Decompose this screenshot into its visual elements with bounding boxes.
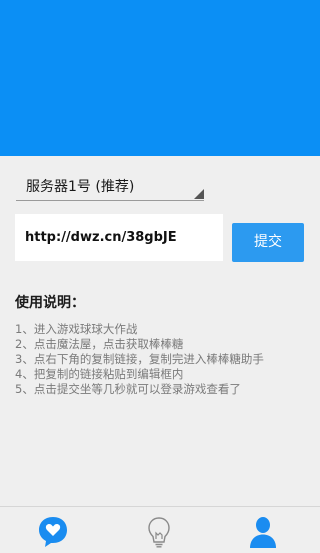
instruction-step: 5、点击提交坐等几秒就可以登录游戏查看了: [15, 382, 241, 396]
url-input-box[interactable]: [15, 214, 223, 261]
nav-tips[interactable]: [143, 515, 175, 549]
bottom-nav: [0, 506, 320, 553]
server-select-value: 服务器1号 (推荐): [26, 179, 135, 195]
instruction-step: 3、点右下角的复制链接，复制完进入棒棒糖助手: [15, 352, 264, 366]
person-icon: [250, 517, 276, 548]
dropdown-arrow-icon: [194, 189, 204, 199]
nav-profile[interactable]: [247, 515, 279, 549]
lightbulb-icon: [148, 517, 170, 548]
instructions-list: 1、进入游戏球球大作战 2、点击魔法屋，点击获取棒棒糖 3、点右下角的复制链接，…: [15, 322, 315, 397]
instructions-title: 使用说明：: [15, 295, 85, 311]
url-input[interactable]: [15, 214, 223, 261]
heart-chat-icon: [39, 517, 67, 547]
instruction-step: 4、把复制的链接粘贴到编辑框内: [15, 367, 184, 381]
submit-button[interactable]: 提交: [232, 223, 304, 262]
nav-home[interactable]: [37, 515, 69, 549]
header-banner: [0, 0, 320, 156]
instruction-step: 1、进入游戏球球大作战: [15, 322, 138, 336]
instruction-step: 2、点击魔法屋，点击获取棒棒糖: [15, 337, 184, 351]
server-select-dropdown[interactable]: 服务器1号 (推荐): [16, 172, 204, 201]
